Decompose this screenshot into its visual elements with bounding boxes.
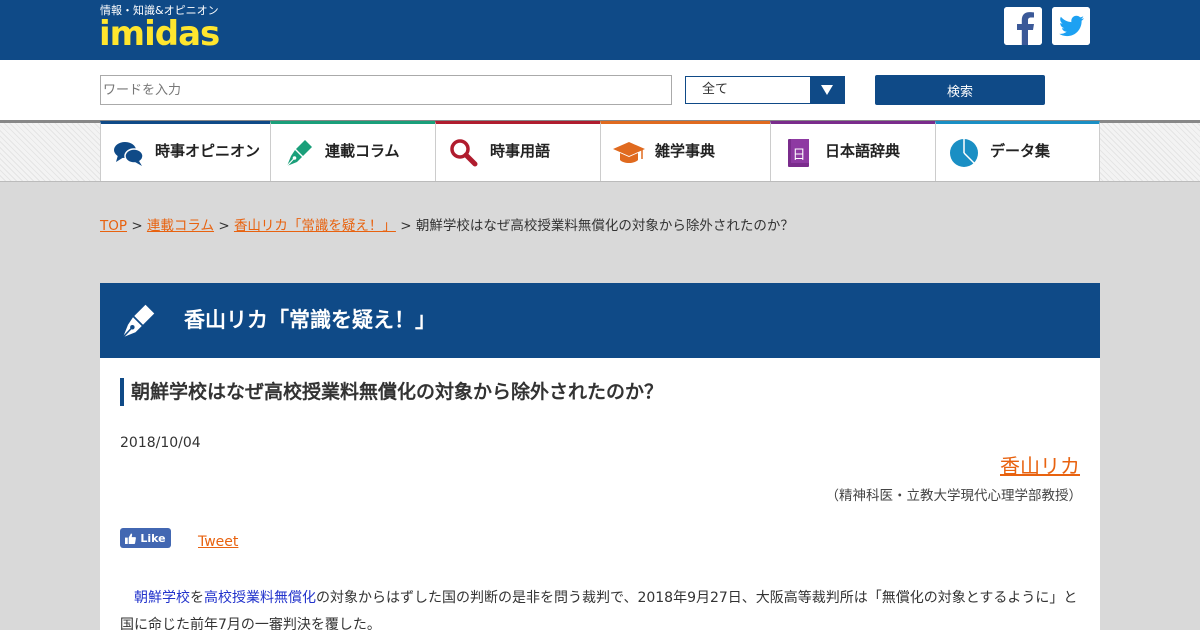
article: 朝鮮学校はなぜ高校授業料無償化の対象から除外されたのか？ 2018/10/04 …: [100, 358, 1100, 630]
nav-item-opinion[interactable]: 時事オピニオン: [100, 121, 270, 182]
category-select-value: 全て: [702, 82, 729, 97]
nav-divider: [0, 181, 1200, 182]
facebook-like-button[interactable]: Like: [120, 528, 171, 548]
mortarboard-icon: [613, 142, 645, 163]
term-link[interactable]: 高校授業料無償化: [204, 590, 316, 606]
nav-item-label: 雑学事典: [655, 142, 716, 160]
nav-item-label: データ集: [990, 142, 1051, 160]
facebook-icon: [1004, 7, 1042, 45]
breadcrumb-separator: >: [131, 218, 143, 234]
site-logo[interactable]: imidas: [99, 14, 220, 54]
pen-nib-icon: [286, 140, 312, 167]
breadcrumb-link-column[interactable]: 連載コラム: [147, 218, 214, 234]
body-text-join: を: [190, 590, 204, 606]
breadcrumb-link-top[interactable]: TOP: [100, 218, 127, 234]
column-title: 香山リカ「常識を疑え！」: [184, 308, 436, 332]
nav-item-data[interactable]: データ集: [935, 121, 1100, 182]
author-link[interactable]: 香山リカ: [1000, 450, 1080, 479]
category-select[interactable]: 全て: [685, 76, 845, 104]
twitter-share-button[interactable]: [1052, 7, 1090, 45]
breadcrumb: TOP > 連載コラム > 香山リカ「常識を疑え！」 > 朝鮮学校はなぜ高校授業…: [100, 214, 794, 234]
search-input[interactable]: [100, 75, 672, 105]
speech-bubbles-icon: [114, 142, 144, 166]
pen-nib-icon: [122, 304, 155, 338]
twitter-icon: [1052, 7, 1090, 45]
nav-item-trivia[interactable]: 雑学事典: [600, 121, 770, 182]
nav-item-label: 時事用語: [490, 142, 551, 160]
pie-chart-icon: [950, 139, 978, 167]
thumbs-up-icon: [125, 532, 137, 544]
nav-item-column[interactable]: 連載コラム: [270, 121, 435, 182]
site-header: 情報・知識&オピニオン imidas: [0, 0, 1200, 60]
breadcrumb-current: 朝鮮学校はなぜ高校授業料無償化の対象から除外されたのか？: [415, 218, 794, 234]
nav-item-label: 時事オピニオン: [155, 142, 261, 160]
nav-item-label: 日本語辞典: [825, 142, 901, 160]
article-title: 朝鮮学校はなぜ高校授業料無償化の対象から除外されたのか？: [120, 378, 663, 406]
nav-item-dictionary[interactable]: 日 日本語辞典: [770, 121, 935, 182]
author-affiliation: （精神科医・立教大学現代心理学部教授）: [825, 488, 1083, 504]
breadcrumb-link-series[interactable]: 香山リカ「常識を疑え！」: [234, 218, 396, 234]
like-label: Like: [140, 531, 166, 545]
breadcrumb-separator: >: [218, 218, 230, 234]
breadcrumb-separator: >: [400, 218, 412, 234]
dictionary-icon: 日: [788, 139, 809, 167]
magnifier-icon: [450, 139, 478, 167]
triangle-down-icon: [821, 85, 833, 95]
category-nav: 時事オピニオン 連載コラム 時事用語 雑学事典 日 日本語辞典 データ集: [100, 121, 1100, 182]
term-link[interactable]: 朝鮮学校: [134, 590, 190, 606]
facebook-share-button[interactable]: [1004, 7, 1042, 45]
nav-item-glossary[interactable]: 時事用語: [435, 121, 600, 182]
dropdown-arrow: [810, 77, 844, 103]
nav-item-label: 連載コラム: [325, 142, 400, 160]
tweet-link[interactable]: Tweet: [198, 534, 238, 550]
search-button[interactable]: 検索: [875, 75, 1045, 105]
article-date: 2018/10/04: [120, 435, 201, 451]
column-header: 香山リカ「常識を疑え！」: [100, 283, 1100, 358]
svg-text:日: 日: [792, 148, 805, 163]
article-body: 朝鮮学校を高校授業料無償化の対象からはずした国の判断の是非を問う裁判で、2018…: [120, 585, 1080, 630]
search-bar: 全て 検索: [0, 60, 1200, 120]
